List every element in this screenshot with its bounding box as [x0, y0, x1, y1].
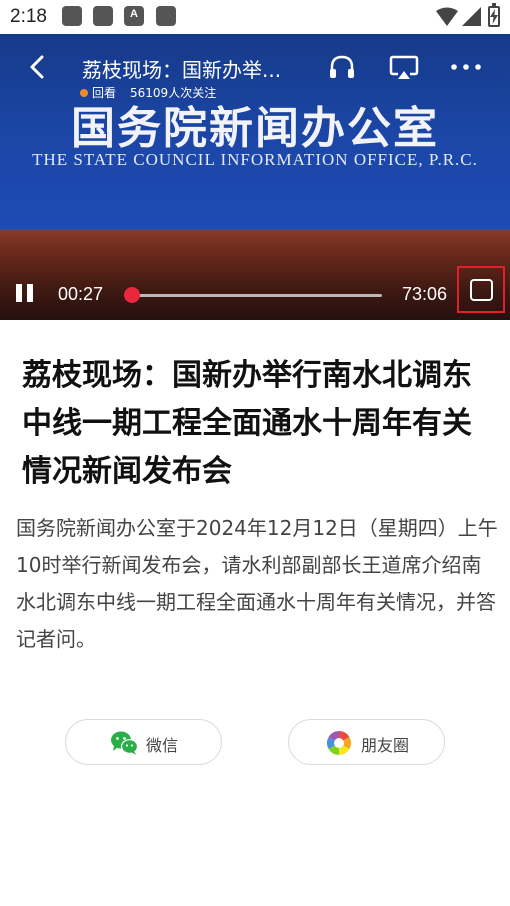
- pause-button[interactable]: [14, 284, 36, 306]
- current-time: 00:27: [58, 284, 104, 304]
- signal-icon: [462, 7, 481, 26]
- cast-screen-icon[interactable]: [388, 52, 420, 82]
- a-notification-icon: A: [124, 6, 144, 26]
- share-moments-label: 朋友圈: [361, 736, 410, 755]
- pause-icon: [16, 284, 22, 302]
- video-player[interactable]: 国务院新闻办公室 THE STATE COUNCIL INFORMATION O…: [0, 34, 510, 320]
- seek-thumb[interactable]: [123, 287, 140, 303]
- total-time: 73:06: [402, 284, 448, 304]
- back-icon[interactable]: [22, 52, 52, 82]
- fullscreen-icon: [470, 279, 493, 301]
- player-top-bar: 荔枝现场：国新办举... 回看 56109人次关注: [0, 34, 510, 104]
- video-title: 荔枝现场：国新办举...: [82, 58, 282, 82]
- more-options-icon[interactable]: [448, 52, 484, 82]
- wifi-icon: [436, 7, 458, 26]
- live-info: 回看 56109人次关注: [80, 84, 216, 101]
- wechat-icon: [111, 731, 138, 755]
- replay-label: 回看: [92, 86, 117, 100]
- share-wechat-button[interactable]: 微信: [65, 719, 222, 765]
- backdrop-sign-subtitle: THE STATE COUNCIL INFORMATION OFFICE, P.…: [32, 150, 478, 169]
- article-title: 荔枝现场：国新办举行南水北调东中线一期工程全面通水十周年有关情况新闻发布会: [22, 358, 472, 489]
- app-notification-icon: [93, 6, 113, 26]
- share-moments-button[interactable]: 朋友圈: [288, 719, 445, 765]
- share-wechat-label: 微信: [146, 736, 179, 755]
- replay-dot-icon: [80, 89, 88, 97]
- app-notification-icon: [62, 6, 82, 26]
- fullscreen-button[interactable]: [457, 266, 505, 313]
- moments-icon: [326, 731, 352, 755]
- article-body: 国务院新闻办公室于2024年12月12日（星期四）上午10时举行新闻发布会，请水…: [16, 516, 498, 651]
- player-controls: 00:27 73:06: [0, 266, 510, 318]
- battery-charging-icon: [488, 3, 500, 27]
- app-notification-icon: [156, 6, 176, 26]
- seek-bar[interactable]: [130, 294, 382, 297]
- status-bar: 2:18 A: [0, 0, 510, 34]
- status-time: 2:18: [10, 6, 47, 27]
- view-count: 56109人次关注: [130, 86, 217, 100]
- headphone-icon[interactable]: [326, 52, 358, 82]
